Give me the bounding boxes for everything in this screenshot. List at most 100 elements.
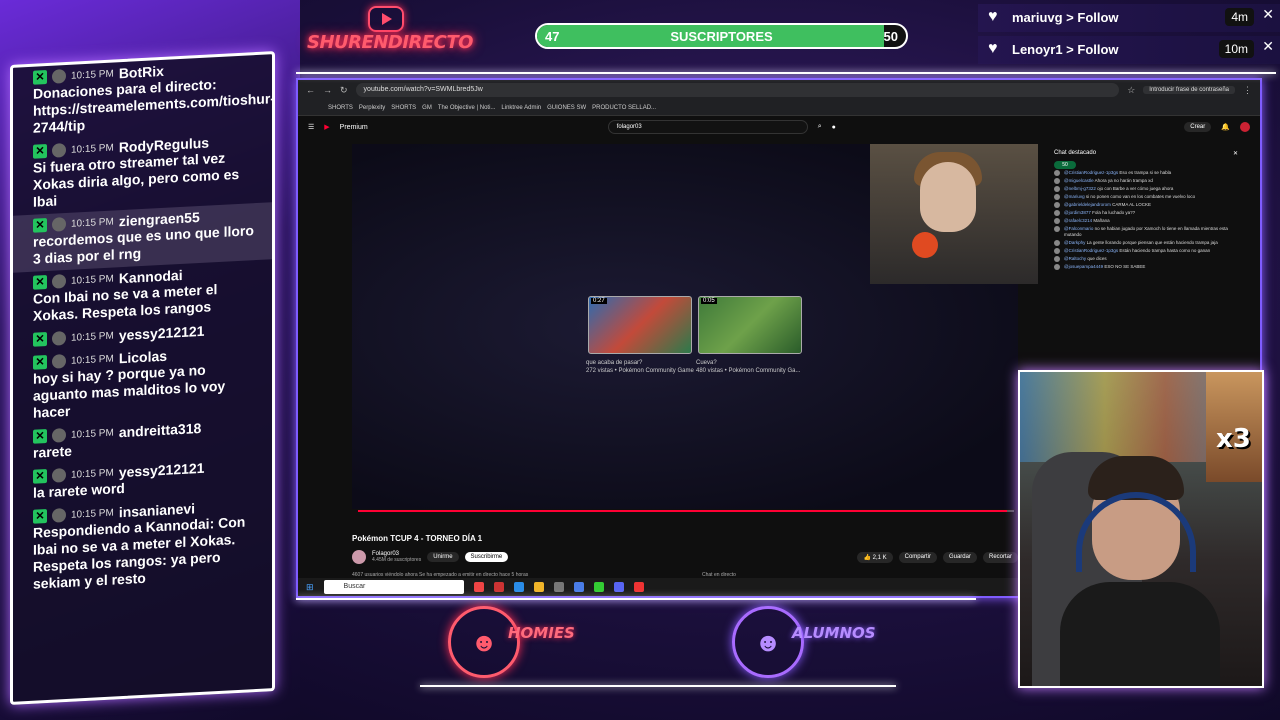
- live-chat-user[interactable]: @nelbmj-g7322: [1064, 186, 1096, 191]
- video-player[interactable]: 0:27 que acaba de pasar? 272 vistas • Po…: [352, 144, 1038, 509]
- live-chat-pill[interactable]: 50: [1054, 161, 1076, 169]
- sub-badge-icon: ✕: [33, 509, 47, 524]
- heart-icon: ♥: [988, 8, 998, 25]
- live-chat-user[interactable]: @Darkphy: [1064, 240, 1085, 245]
- bookmark-item[interactable]: SHORTS: [328, 105, 353, 111]
- bookmark-item[interactable]: Perplexity: [359, 105, 385, 111]
- live-chat-user[interactable]: @CristianRodriguez-1p3gs: [1064, 248, 1118, 253]
- avatar: [52, 69, 66, 84]
- live-chat-title[interactable]: Chat destacado: [1054, 150, 1096, 157]
- discord-icon[interactable]: [613, 582, 624, 592]
- create-button[interactable]: Crear: [1184, 122, 1212, 132]
- sub-badge-icon: ✕: [33, 70, 47, 85]
- video-progress-bar[interactable]: [358, 510, 1014, 512]
- follow-time: 4m: [1225, 8, 1254, 26]
- subscribe-button[interactable]: Suscribirme: [464, 552, 509, 562]
- bookmark-item[interactable]: GM: [422, 105, 432, 111]
- chat-text: hoy si hay ? porque ya no aguanto mas ma…: [33, 361, 226, 421]
- subs-goal: 50: [883, 29, 898, 44]
- menu-icon[interactable]: ⋮: [1243, 85, 1252, 96]
- opera-icon[interactable]: [493, 582, 504, 592]
- chat-text: Respondiendo a Kannodai: Con Ibai no se …: [33, 513, 246, 592]
- bookmark-item[interactable]: The Objective | Noti...: [438, 105, 496, 111]
- mic-icon[interactable]: ●: [832, 124, 836, 131]
- live-chat-line: @Darkphy La gente llorando porque piensa…: [1048, 239, 1244, 247]
- search-icon[interactable]: ⌕: [818, 123, 822, 131]
- address-bar[interactable]: youtube.com/watch?v=SWMLbred5Jw: [355, 83, 1120, 97]
- app-icon[interactable]: [573, 582, 584, 592]
- microphone-icon: [912, 232, 938, 258]
- reload-icon[interactable]: ↻: [340, 85, 348, 96]
- follow-alert: ♥ mariuvg > Follow 4m ✕: [978, 4, 1280, 32]
- avatar: [1054, 202, 1060, 208]
- share-button[interactable]: Compartir: [898, 551, 937, 563]
- live-chat-user[interactable]: @Falconmario: [1064, 226, 1093, 231]
- live-chat-user[interactable]: @jordim3877: [1064, 210, 1091, 215]
- close-icon[interactable]: ✕: [1233, 150, 1238, 157]
- bookmarks-bar: SHORTS Perplexity SHORTS GM The Objective | …: [298, 100, 1260, 116]
- video-thumbnail[interactable]: 0:27: [588, 296, 692, 354]
- bookmark-star-icon[interactable]: ☆: [1127, 85, 1135, 96]
- taskbar-search[interactable]: Buscar: [323, 580, 464, 594]
- live-chat-user[interactable]: @josuepampa4449: [1064, 264, 1103, 269]
- password-prompt[interactable]: Introducir frase de contraseña: [1143, 86, 1235, 94]
- avatar: [52, 508, 66, 523]
- youtube-logo-icon[interactable]: ▶: [324, 123, 329, 131]
- live-chat-line: @CristianRodriguez-1p3gs Eso es trampa s…: [1048, 169, 1244, 177]
- brand-title: SHURENDIRECTO: [307, 32, 473, 53]
- folder-icon[interactable]: [533, 582, 544, 592]
- chat-username[interactable]: yessy212121: [119, 323, 205, 343]
- chat-message: ✕ 10:15 PM Licolas hoy si hay ? porque ya n…: [13, 339, 272, 427]
- bookmark-item[interactable]: GUIONES SW: [547, 105, 586, 111]
- avatar[interactable]: [1240, 122, 1250, 132]
- thumbnail-caption[interactable]: que acaba de pasar? 272 vistas • Pokémon…: [586, 359, 696, 375]
- bookmark-item[interactable]: Linktree Admin: [501, 105, 541, 111]
- live-chat-line: @gabrieldelejandrorom CARMA AL LOCKE: [1048, 201, 1244, 209]
- close-icon[interactable]: ✕: [1262, 6, 1274, 23]
- save-button[interactable]: Guardar: [942, 551, 977, 563]
- live-chat-user[interactable]: @rafaelc3214: [1064, 218, 1092, 223]
- hamburger-icon[interactable]: ☰: [308, 123, 314, 131]
- chat-time: 10:15 PM: [71, 467, 114, 481]
- avatar: [1054, 178, 1060, 184]
- live-chat-user[interactable]: @mariuvg: [1064, 194, 1085, 199]
- forward-icon[interactable]: →: [323, 85, 332, 95]
- live-chat-user[interactable]: @miguelcastle: [1064, 178, 1094, 183]
- thumbnail-duration: 0:27: [591, 298, 607, 304]
- windows-start-icon[interactable]: ⊞: [306, 582, 314, 593]
- live-chat-line: @miguelcastle Ahora ya no harán trampa x…: [1048, 177, 1244, 185]
- notifications-icon[interactable]: 🔔: [1221, 123, 1230, 131]
- chat-time: 10:15 PM: [71, 353, 114, 367]
- clip-button[interactable]: Recortar: [982, 551, 1018, 563]
- bookmark-item[interactable]: SHORTS: [391, 105, 416, 111]
- app-icon[interactable]: [553, 582, 564, 592]
- live-chat-user[interactable]: @CristianRodriguez-1p3gs: [1064, 170, 1118, 175]
- live-chat-text: que dices: [1087, 256, 1107, 261]
- edge-icon[interactable]: [513, 582, 524, 592]
- join-button[interactable]: Unirme: [427, 552, 459, 562]
- pokeball-icon[interactable]: [633, 582, 644, 592]
- live-chat-line: @josuepampa4449 ESO NO SE SABEE: [1048, 263, 1244, 271]
- thumbnail-caption[interactable]: Cueva? 480 vistas • Pokémon Community Ga…: [696, 359, 806, 375]
- live-chat-line: @mariuvg si no ponen como van en los com…: [1048, 193, 1244, 201]
- chat-time: 10:15 PM: [71, 507, 114, 521]
- back-icon[interactable]: ←: [306, 85, 315, 95]
- live-chat-text: Eso es trampa si se habla: [1119, 170, 1172, 175]
- subs-label: SUSCRIPTORES: [670, 29, 773, 44]
- live-chat-user[interactable]: @gabrieldelejandrorom: [1064, 202, 1111, 207]
- bookmark-item[interactable]: PRODUCTO SELLAD...: [592, 105, 656, 111]
- live-chat-user[interactable]: @Raltochy: [1064, 256, 1086, 261]
- avatar: [1054, 186, 1060, 192]
- chrome-icon[interactable]: [593, 582, 604, 592]
- thumbnail-title: que acaba de pasar?: [586, 360, 643, 366]
- close-icon[interactable]: ✕: [1262, 38, 1274, 55]
- video-thumbnail[interactable]: 0:05: [698, 296, 802, 354]
- chat-message: ✕ 10:15 PM insanianevi Respondiendo a Kanno…: [13, 493, 272, 598]
- multiplier-label: x3: [1216, 424, 1251, 454]
- brave-icon[interactable]: [473, 582, 484, 592]
- like-button[interactable]: 👍 2,1 K: [857, 551, 893, 563]
- chat-text: Donaciones para el directo: https://stre…: [33, 76, 275, 136]
- sub-badge-icon: ✕: [33, 469, 47, 484]
- channel-avatar[interactable]: [352, 550, 366, 564]
- search-input[interactable]: folagor03: [607, 120, 808, 134]
